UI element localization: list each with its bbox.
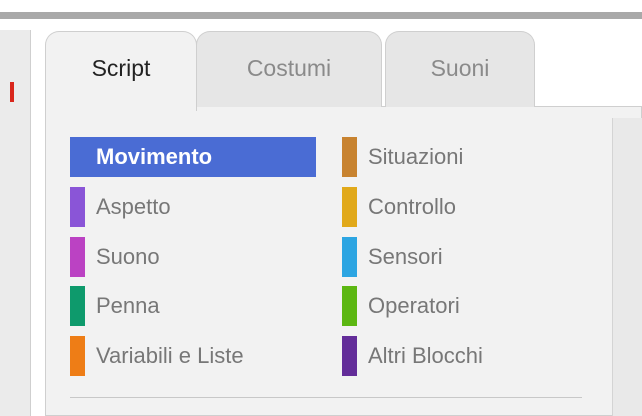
category-color-swatch [70, 286, 85, 326]
category-color-swatch [70, 237, 85, 277]
category-suono[interactable]: Suono [70, 237, 160, 277]
category-label: Variabili e Liste [96, 343, 244, 368]
category-color-swatch [342, 187, 357, 227]
category-operatori[interactable]: Operatori [342, 286, 460, 326]
category-variabili-e-liste[interactable]: Variabili e Liste [70, 336, 244, 376]
category-penna[interactable]: Penna [70, 286, 160, 326]
top-bar [0, 12, 642, 19]
category-controllo[interactable]: Controllo [342, 187, 456, 227]
red-indicator [10, 82, 14, 102]
category-altri-blocchi[interactable]: Altri Blocchi [342, 336, 483, 376]
top-strip [0, 0, 642, 19]
category-color-swatch [342, 237, 357, 277]
category-movimento[interactable]: Movimento [70, 137, 316, 177]
scripts-area[interactable] [612, 118, 642, 416]
tab-costumi[interactable]: Costumi [196, 31, 382, 107]
category-color-swatch [342, 336, 357, 376]
palette-divider [70, 397, 582, 398]
category-label: Situazioni [368, 144, 464, 169]
category-color-swatch [70, 187, 85, 227]
category-color-swatch [342, 286, 357, 326]
category-label: Operatori [368, 293, 460, 318]
category-label: Sensori [368, 244, 443, 269]
category-label: Movimento [96, 144, 213, 169]
category-sensori[interactable]: Sensori [342, 237, 443, 277]
category-color-swatch [342, 137, 357, 177]
category-aspetto[interactable]: Aspetto [70, 187, 171, 227]
category-label: Altri Blocchi [368, 343, 483, 368]
category-color-swatch [70, 137, 85, 177]
category-label: Aspetto [96, 194, 171, 219]
tab-suoni[interactable]: Suoni [385, 31, 535, 107]
category-label: Suono [96, 244, 160, 269]
category-situazioni[interactable]: Situazioni [342, 137, 463, 177]
category-label: Controllo [368, 194, 457, 219]
category-label: Penna [96, 293, 160, 318]
stage-side-panel [0, 30, 31, 416]
category-color-swatch [70, 336, 85, 376]
tab-script[interactable]: Script [45, 31, 197, 111]
